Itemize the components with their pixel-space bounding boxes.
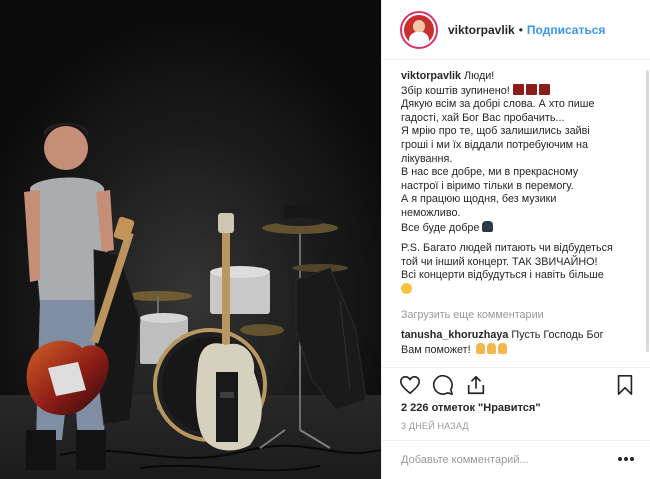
praying-hands-emoji-icon	[486, 342, 496, 354]
share-icon[interactable]	[465, 374, 487, 396]
praying-hands-emoji-icon	[497, 342, 507, 354]
caption-scroll-area[interactable]: viktorpavlik Люди! Збір коштів зупинено!…	[382, 61, 650, 367]
post-timestamp[interactable]: 3 дней назад	[401, 421, 469, 431]
comment-item-continued: Вам поможет!	[401, 342, 643, 358]
caption-gap	[401, 235, 643, 242]
caption-line-5: Я мрію про те, щоб залишились зайві	[401, 125, 590, 138]
heart-emoji-icon	[512, 83, 524, 95]
more-dots-icon[interactable]	[617, 456, 635, 462]
caption-line-1: viktorpavlik Люди!	[401, 70, 643, 84]
praying-emoji-icon	[482, 220, 494, 232]
caption-line-8: В нас все добре, ми в прекрасному	[401, 166, 579, 179]
caption-line-14: той чи інший концерт. ТАК ЗВИЧАЙНО!	[401, 255, 598, 268]
caption-line-6: гроші і ми їх віддали потребуючим на	[401, 138, 589, 151]
caption-scrollbar[interactable]	[646, 70, 649, 352]
avatar-image	[404, 14, 434, 45]
caption-text-12: Все буде добре	[401, 221, 480, 234]
heart-outline-icon[interactable]	[399, 374, 421, 396]
heart-emoji-icon	[538, 83, 550, 95]
header-separator: •	[518, 22, 523, 37]
avatar-shirt	[409, 31, 429, 45]
header-username-link[interactable]: viktorpavlik	[448, 23, 515, 37]
caption-line-11: неможливо.	[401, 206, 461, 219]
caption-line-9: настрої і віримо тільки в перемогу.	[401, 179, 574, 192]
caption-line-3: Дякую всім за добрі слова. А хто пише	[401, 98, 595, 111]
avatar-face	[413, 19, 425, 33]
add-comment-bar	[382, 440, 650, 479]
caption-line-12: Все буде добре	[401, 220, 643, 236]
avatar[interactable]	[400, 10, 438, 49]
caption-line-10: А я працюю щодня, без музики	[401, 193, 557, 206]
post-side-panel: viktorpavlik • Подписаться viktorpavlik …	[381, 0, 650, 479]
speech-bubble-icon[interactable]	[432, 374, 454, 396]
caption-line-4: гадості, хай Бог Вас пробачить...	[401, 111, 565, 124]
caption-line-2: Збір коштів зупинено!	[401, 83, 643, 99]
comment-input[interactable]	[401, 454, 601, 466]
follow-button[interactable]: Подписаться	[527, 23, 605, 37]
likes-count-link[interactable]: 2 226 отметок "Нравится"	[401, 402, 541, 414]
post-photo-illustration	[0, 0, 381, 479]
action-bar	[382, 367, 650, 400]
caption-text-2: Збір коштів зупинено!	[401, 84, 510, 97]
comment-text-2: Вам поможет!	[401, 343, 471, 356]
heart-emoji-icon	[525, 83, 537, 95]
caption-line-7: лікування.	[401, 152, 453, 165]
post-photo[interactable]	[0, 0, 381, 479]
load-more-comments-button[interactable]: Загрузить еще комментарии	[401, 309, 643, 323]
comment-username-link[interactable]: tanusha_khoruzhaya	[401, 329, 508, 341]
caption-text-1: Люди!	[464, 70, 495, 82]
praying-hands-emoji-icon	[475, 342, 485, 354]
caption-line-13: P.S. Багато людей питають чи відбудеться	[401, 242, 613, 255]
smile-emoji-icon	[401, 282, 412, 294]
comment-text-1: Пусть Господь Бог	[511, 329, 604, 342]
caption-line-15: Всі концерти відбудуться і навіть більше	[401, 269, 604, 282]
post-header: viktorpavlik • Подписаться	[382, 0, 650, 60]
caption-line-16	[401, 282, 643, 298]
bookmark-icon[interactable]	[614, 374, 636, 396]
comment-item: tanusha_khoruzhaya Пусть Господь Бог	[401, 329, 643, 343]
caption-username-link[interactable]: viktorpavlik	[401, 70, 461, 82]
